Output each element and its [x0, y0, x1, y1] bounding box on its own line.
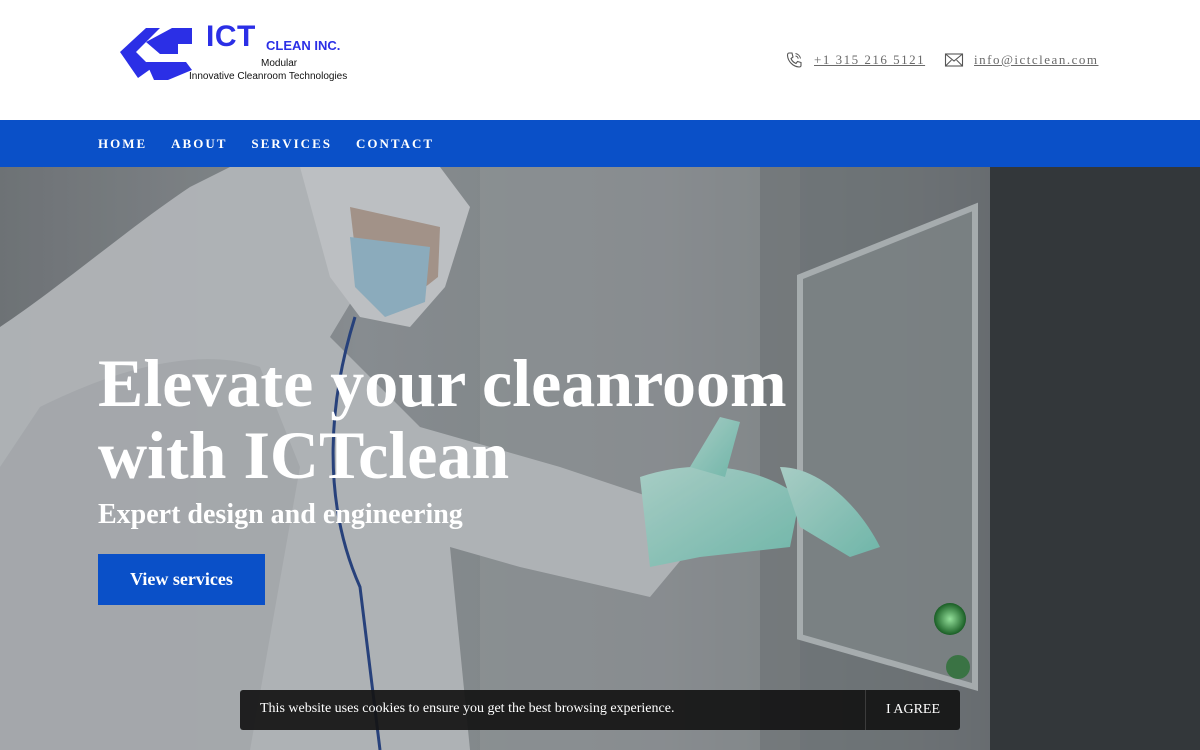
hero-subtitle: Expert design and engineering	[98, 499, 463, 530]
main-nav: HOME ABOUT SERVICES CONTACT	[0, 120, 1200, 167]
nav-list: HOME ABOUT SERVICES CONTACT	[98, 135, 458, 153]
hero-title-line2: with ICTclean	[98, 417, 510, 493]
nav-item-contact: CONTACT	[356, 135, 434, 153]
phone-link[interactable]: +1 315 216 5121	[814, 52, 925, 68]
logo-tagline: Innovative Cleanroom Technologies	[189, 71, 348, 82]
hero-title: Elevate your cleanroom with ICTclean	[98, 347, 998, 491]
cookie-message: This website uses cookies to ensure you …	[260, 701, 675, 716]
logo-suffix: CLEAN INC.	[266, 38, 341, 53]
envelope-icon	[944, 53, 964, 67]
cookie-banner: This website uses cookies to ensure you …	[240, 690, 960, 730]
nav-link-about[interactable]: ABOUT	[171, 136, 227, 151]
view-services-button[interactable]: View services	[98, 554, 265, 605]
header-email: info@ictclean.com	[944, 50, 1098, 70]
logo-line1: Modular	[261, 58, 298, 69]
nav-item-services: SERVICES	[251, 135, 332, 153]
nav-link-home[interactable]: HOME	[98, 136, 147, 151]
hero-title-line1: Elevate your cleanroom	[98, 345, 787, 421]
site-header: ICT CLEAN INC. Modular Innovative Cleanr…	[0, 0, 1200, 120]
phone-icon	[786, 52, 802, 68]
email-link[interactable]: info@ictclean.com	[974, 52, 1098, 68]
nav-link-contact[interactable]: CONTACT	[356, 136, 434, 151]
nav-item-home: HOME	[98, 135, 147, 153]
cookie-agree-button[interactable]: I AGREE	[866, 690, 960, 730]
logo-mark-icon	[120, 28, 192, 80]
hero-section: Elevate your cleanroom with ICTclean Exp…	[0, 167, 1200, 750]
nav-item-about: ABOUT	[171, 135, 227, 153]
logo-brand: ICT	[206, 20, 256, 53]
nav-link-services[interactable]: SERVICES	[251, 136, 332, 151]
header-phone: +1 315 216 5121	[784, 50, 925, 70]
site-logo[interactable]: ICT CLEAN INC. Modular Innovative Cleanr…	[116, 20, 386, 88]
